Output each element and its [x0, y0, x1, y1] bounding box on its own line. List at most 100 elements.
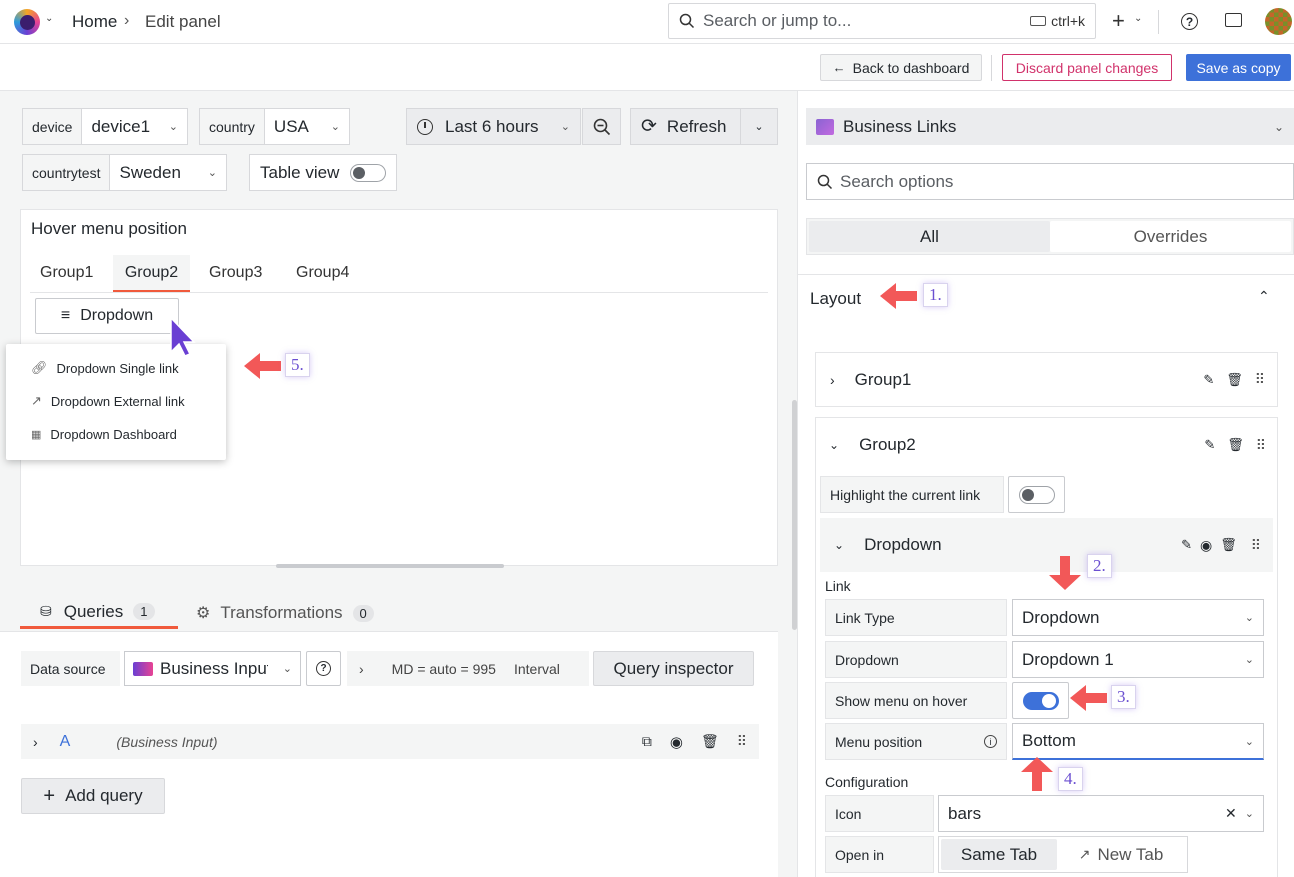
dropdown-item-label: Dropdown — [864, 535, 942, 554]
tab-queries[interactable]: ⛁ Queries 1 — [20, 597, 178, 629]
back-to-dashboard-button[interactable]: ← Back to dashboard — [820, 54, 982, 81]
icon-select-value: bars — [948, 803, 982, 823]
query-options[interactable]: › MD = auto = 995 Interval — [347, 651, 589, 686]
annotation-arrow-2 — [1049, 575, 1081, 590]
search-options-input[interactable]: Search options — [806, 163, 1294, 200]
tab-overrides[interactable]: Overrides — [1050, 221, 1291, 252]
dashboard-icon: ▦ — [31, 428, 42, 441]
variable-device[interactable]: device device1 ⌄ — [22, 108, 188, 145]
news-icon[interactable] — [1225, 13, 1242, 27]
chevron-down-icon[interactable]: ⌄ — [1245, 807, 1254, 820]
variable-country[interactable]: country USA ⌄ — [199, 108, 350, 145]
trash-icon[interactable]: 🗑︎ — [1227, 437, 1244, 453]
annotation-arrow-4 — [1021, 757, 1053, 772]
chevron-down-icon: ⌄ — [1244, 654, 1254, 666]
refresh-interval-dropdown[interactable]: ⌄ — [740, 108, 778, 145]
variable-countrytest[interactable]: countrytest Sweden ⌄ — [22, 154, 227, 191]
query-datasource-name: (Business Input) — [116, 733, 218, 750]
chevron-down-icon: ⌄ — [560, 121, 570, 133]
variable-value[interactable]: Sweden ⌄ — [110, 155, 226, 190]
table-view-toggle[interactable]: Table view — [249, 154, 397, 191]
menu-item-external-link[interactable]: ↗ Dropdown External link — [17, 386, 213, 416]
chevron-right-icon[interactable]: › — [830, 372, 835, 388]
trash-icon[interactable]: 🗑︎ — [701, 733, 719, 750]
layout-section-title[interactable]: Layout — [810, 289, 861, 309]
chevron-up-icon[interactable]: ⌃ — [1258, 288, 1270, 305]
search-bar[interactable]: Search or jump to... ctrl+k — [668, 3, 1096, 39]
variable-value[interactable]: device1 ⌄ — [82, 109, 187, 144]
chevron-right-icon[interactable]: › — [33, 734, 38, 750]
chevron-down-icon[interactable]: ⌄ — [834, 538, 844, 552]
menu-item-label: Dropdown External link — [50, 393, 185, 409]
highlight-current-link-toggle[interactable] — [1008, 476, 1065, 513]
eye-icon[interactable]: ◉ — [1200, 537, 1212, 554]
breadcrumb-home[interactable]: Home — [72, 12, 117, 32]
discard-panel-changes-button[interactable]: Discard panel changes — [1002, 54, 1172, 81]
refresh-button[interactable]: ⟳ Refresh — [630, 108, 741, 145]
show-menu-on-hover-toggle[interactable] — [1012, 682, 1069, 719]
drag-handle-icon[interactable]: ⠿ — [1251, 537, 1261, 554]
tab-group4[interactable]: Group4 — [296, 264, 349, 282]
info-icon[interactable]: i — [984, 735, 997, 748]
highlight-switch[interactable] — [1018, 485, 1055, 504]
variable-label: country — [200, 109, 265, 144]
trash-icon[interactable]: 🗑︎ — [1226, 372, 1243, 388]
chevron-down-icon[interactable]: ⌄ — [45, 13, 53, 24]
show-menu-switch[interactable] — [1022, 691, 1059, 710]
tab-group1[interactable]: Group1 — [40, 264, 93, 282]
avatar[interactable] — [1265, 8, 1292, 35]
menu-item-dashboard[interactable]: ▦ Dropdown Dashboard — [17, 419, 213, 449]
drag-handle-icon[interactable]: ⠿ — [1256, 437, 1266, 454]
tab-group3[interactable]: Group3 — [209, 264, 262, 282]
plus-icon[interactable]: + — [1112, 8, 1125, 34]
external-link-icon: ↗ — [31, 393, 42, 408]
variable-label: countrytest — [23, 155, 111, 190]
query-options-md: MD = auto = 995 — [391, 660, 496, 677]
query-inspector-button[interactable]: Query inspector — [593, 651, 754, 686]
add-query-button[interactable]: + Add query — [21, 778, 165, 814]
group2-item[interactable]: ⌄ Group2 ✎ 🗑︎ ⠿ — [816, 418, 1277, 472]
dropdown-link-item[interactable]: ⌄ Dropdown ✎ ◉ 🗑︎ ⠿ — [820, 518, 1273, 572]
duplicate-icon[interactable]: ⧉ — [642, 733, 652, 750]
datasource-picker[interactable]: Business Input ⌄ — [124, 651, 301, 686]
chevron-down-icon[interactable]: ⌄ — [829, 438, 839, 452]
dropdown-select[interactable]: Dropdown 1 ⌄ — [1012, 641, 1264, 678]
variable-value[interactable]: USA ⌄ — [265, 109, 349, 144]
table-view-switch[interactable] — [350, 163, 386, 182]
zoom-out-button[interactable] — [582, 108, 621, 145]
visualization-picker[interactable]: Business Links ⌄ — [806, 108, 1294, 145]
clock-icon — [417, 118, 433, 135]
help-icon[interactable]: ? — [1181, 13, 1198, 30]
group1-item[interactable]: › Group1 ✎ 🗑︎ ⠿ — [815, 352, 1278, 407]
highlight-current-link-label: Highlight the current link — [820, 476, 1004, 513]
tab-all[interactable]: All — [809, 221, 1050, 252]
eye-icon[interactable]: ◉ — [670, 733, 683, 751]
dropdown-menu-button[interactable]: ≡ Dropdown — [35, 298, 179, 334]
save-as-copy-button[interactable]: Save as copy — [1186, 54, 1291, 81]
open-same-tab-option[interactable]: Same Tab — [941, 839, 1057, 870]
query-row-a[interactable]: › A (Business Input) ⧉ ◉ 🗑︎ ⠿ — [21, 724, 759, 759]
chevron-down-icon[interactable]: ⌄ — [1134, 13, 1142, 24]
time-range-picker[interactable]: Last 6 hours ⌄ — [406, 108, 581, 145]
tab-group2[interactable]: Group2 — [113, 255, 190, 292]
open-new-tab-option[interactable]: ↗ New Tab — [1057, 839, 1185, 870]
link-type-select[interactable]: Dropdown ⌄ — [1012, 599, 1264, 636]
menu-position-select[interactable]: Bottom ⌄ — [1012, 723, 1264, 760]
panel-resize-handle[interactable] — [276, 564, 504, 568]
variable-value-text: Sweden — [119, 162, 181, 182]
edit-icon[interactable]: ✎ — [1203, 372, 1214, 388]
drag-handle-icon[interactable]: ⠿ — [737, 733, 747, 750]
annotation-number-1: 1. — [923, 283, 948, 307]
chevron-down-icon: ⌄ — [754, 121, 764, 133]
trash-icon[interactable]: 🗑︎ — [1220, 537, 1237, 553]
datasource-help-button[interactable]: ? — [306, 651, 341, 686]
icon-select[interactable]: bars ✕ ⌄ — [938, 795, 1264, 832]
chevron-down-icon: ⌄ — [282, 663, 292, 675]
keyboard-icon — [1030, 16, 1047, 26]
edit-icon[interactable]: ✎ — [1181, 537, 1192, 553]
app-logo[interactable] — [14, 9, 40, 35]
tab-transformations[interactable]: ⚙︎ Transformations 0 — [196, 597, 374, 629]
clear-icon[interactable]: ✕ — [1225, 805, 1237, 822]
drag-handle-icon[interactable]: ⠿ — [1255, 371, 1265, 388]
edit-icon[interactable]: ✎ — [1204, 437, 1215, 453]
